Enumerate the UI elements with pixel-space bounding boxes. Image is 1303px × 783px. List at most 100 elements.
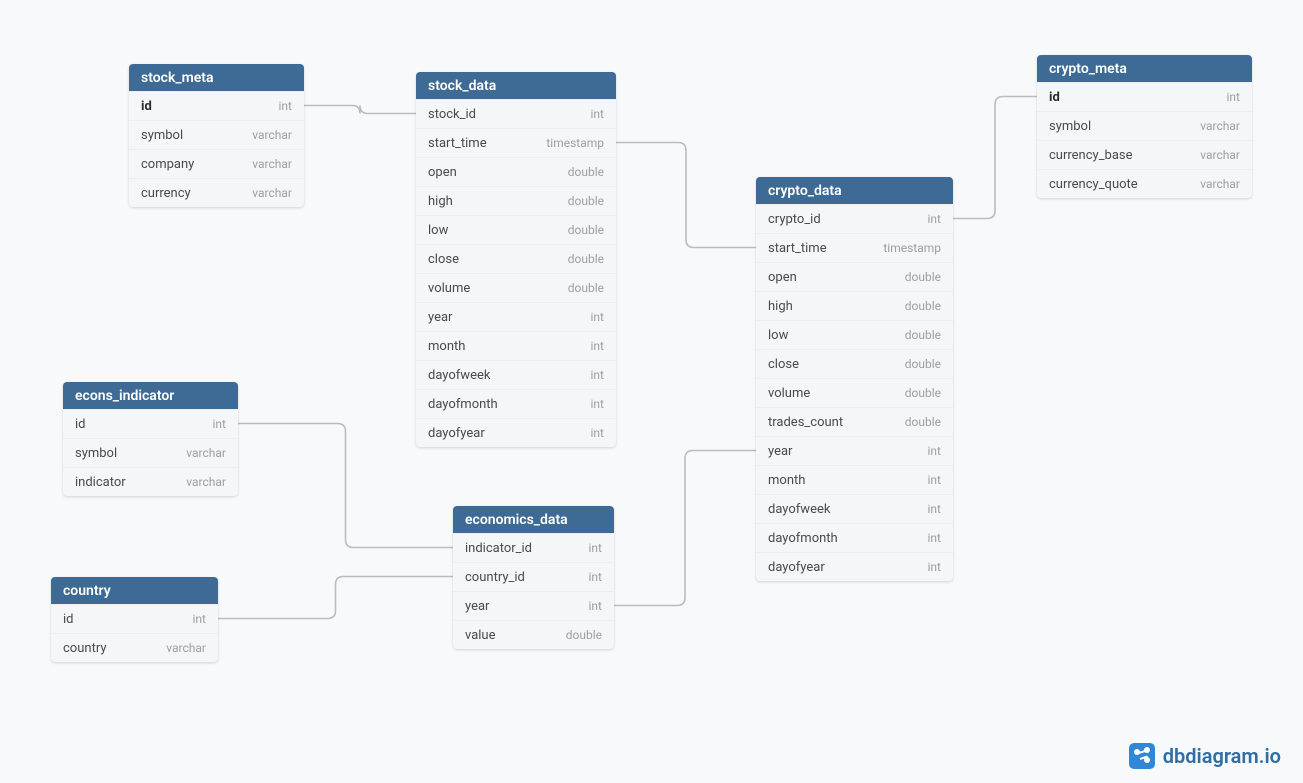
table-row[interactable]: indicatorvarchar <box>63 467 238 496</box>
table-row[interactable]: crypto_idint <box>756 204 953 233</box>
table-row[interactable]: dayofmonthint <box>756 523 953 552</box>
column-name: high <box>428 194 453 209</box>
column-type: int <box>591 107 604 121</box>
table-header[interactable]: crypto_data <box>756 177 953 204</box>
column-type: double <box>905 328 941 342</box>
diagram-canvas[interactable]: stock_metaidintsymbolvarcharcompanyvarch… <box>0 0 1303 783</box>
table-row[interactable]: stock_idint <box>416 99 616 128</box>
table-row[interactable]: volumedouble <box>756 378 953 407</box>
column-name: dayofyear <box>428 426 485 441</box>
table-row[interactable]: open double <box>416 157 616 186</box>
column-type: varchar <box>252 157 292 171</box>
table-header[interactable]: economics_data <box>453 506 614 533</box>
column-type: double <box>568 281 604 295</box>
column-name: crypto_id <box>768 212 821 227</box>
table-crypto_data[interactable]: crypto_datacrypto_idintstart_timetimesta… <box>756 177 953 581</box>
table-econs_indicator[interactable]: econs_indicatoridintsymbolvarcharindicat… <box>63 382 238 496</box>
column-name: id <box>141 99 152 114</box>
table-row[interactable]: year int <box>756 436 953 465</box>
table-row[interactable]: dayofweekint <box>416 360 616 389</box>
column-name: dayofmonth <box>768 531 838 546</box>
table-row[interactable]: idint <box>51 604 218 633</box>
table-row[interactable]: dayofyear int <box>756 552 953 581</box>
column-name: value <box>465 628 496 643</box>
table-row[interactable]: monthint <box>416 331 616 360</box>
column-type: int <box>213 417 226 431</box>
table-country[interactable]: countryidintcountryvarchar <box>51 577 218 662</box>
table-row[interactable]: id int <box>63 409 238 438</box>
column-name: month <box>768 473 805 488</box>
table-row[interactable]: currency_basevarchar <box>1037 140 1252 169</box>
table-row[interactable]: closedouble <box>416 244 616 273</box>
column-name: low <box>768 328 788 343</box>
table-row[interactable]: yearint <box>416 302 616 331</box>
table-row[interactable]: dayofweekint <box>756 494 953 523</box>
table-row[interactable]: countryvarchar <box>51 633 218 662</box>
column-type: double <box>568 165 604 179</box>
table-row[interactable]: lowdouble <box>416 215 616 244</box>
column-name: start_time <box>768 241 827 256</box>
column-name: year <box>768 444 792 459</box>
table-row[interactable]: value double <box>453 620 614 649</box>
table-economics_data[interactable]: economics_data indicator_id int country_idi… <box>453 506 614 649</box>
column-name: open <box>428 165 457 180</box>
table-row[interactable]: month int <box>756 465 953 494</box>
column-name: dayofyear <box>768 560 825 575</box>
table-row[interactable]: symbolvarchar <box>129 120 304 149</box>
column-type: varchar <box>1200 177 1240 191</box>
table-row[interactable]: country_idint <box>453 562 614 591</box>
column-type: int <box>928 560 941 574</box>
table-header[interactable]: stock_meta <box>129 64 304 91</box>
column-type: int <box>928 473 941 487</box>
table-header[interactable]: crypto_meta <box>1037 55 1252 82</box>
column-type: varchar <box>186 446 226 460</box>
column-type: int <box>279 99 292 113</box>
table-row[interactable]: start_time timestamp <box>756 233 953 262</box>
column-name: year <box>465 599 489 614</box>
table-row[interactable]: dayofyear int <box>416 418 616 447</box>
column-name: volume <box>428 281 470 296</box>
column-type: double <box>568 194 604 208</box>
table-row[interactable]: highdouble <box>756 291 953 320</box>
table-crypto_meta[interactable]: crypto_metaidintsymbolvarcharcurrency_ba… <box>1037 55 1252 198</box>
column-name: close <box>768 357 799 372</box>
table-row[interactable]: currency_quotevarchar <box>1037 169 1252 198</box>
column-name: dayofweek <box>428 368 490 383</box>
table-header[interactable]: stock_data <box>416 72 616 99</box>
table-row[interactable]: start_timetimestamp <box>416 128 616 157</box>
table-row[interactable]: idint <box>1037 82 1252 111</box>
table-header[interactable]: econs_indicator <box>63 382 238 409</box>
table-row[interactable]: trades_countdouble <box>756 407 953 436</box>
column-type: int <box>589 541 602 555</box>
table-row[interactable]: companyvarchar <box>129 149 304 178</box>
table-row[interactable]: low double <box>756 320 953 349</box>
column-type: int <box>591 426 604 440</box>
column-name: id <box>75 417 86 432</box>
table-stock_data[interactable]: stock_datastock_idintstart_timetimestamp… <box>416 72 616 447</box>
column-name: indicator_id <box>465 541 532 556</box>
table-row[interactable]: closedouble <box>756 349 953 378</box>
share-icon <box>1129 743 1155 769</box>
table-header[interactable]: country <box>51 577 218 604</box>
column-type: double <box>566 628 602 642</box>
column-name: indicator <box>75 475 126 490</box>
table-stock_meta[interactable]: stock_metaid int symbolvarcharcompanyvarch… <box>129 64 304 207</box>
table-row[interactable]: indicator_id int <box>453 533 614 562</box>
column-name: dayofweek <box>768 502 830 517</box>
column-name: symbol <box>1049 119 1091 134</box>
table-row[interactable]: volume double <box>416 273 616 302</box>
table-row[interactable]: dayofmonthint <box>416 389 616 418</box>
table-row[interactable]: symbolvarchar <box>63 438 238 467</box>
table-row[interactable]: currencyvarchar <box>129 178 304 207</box>
table-row[interactable]: opendouble <box>756 262 953 291</box>
column-name: trades_count <box>768 415 843 430</box>
column-type: double <box>568 252 604 266</box>
table-row[interactable]: yearint <box>453 591 614 620</box>
table-row[interactable]: symbolvarchar <box>1037 111 1252 140</box>
table-row[interactable]: id int <box>129 91 304 120</box>
column-type: timestamp <box>883 241 941 255</box>
table-row[interactable]: high double <box>416 186 616 215</box>
column-type: int <box>928 444 941 458</box>
column-name: low <box>428 223 448 238</box>
column-name: year <box>428 310 452 325</box>
